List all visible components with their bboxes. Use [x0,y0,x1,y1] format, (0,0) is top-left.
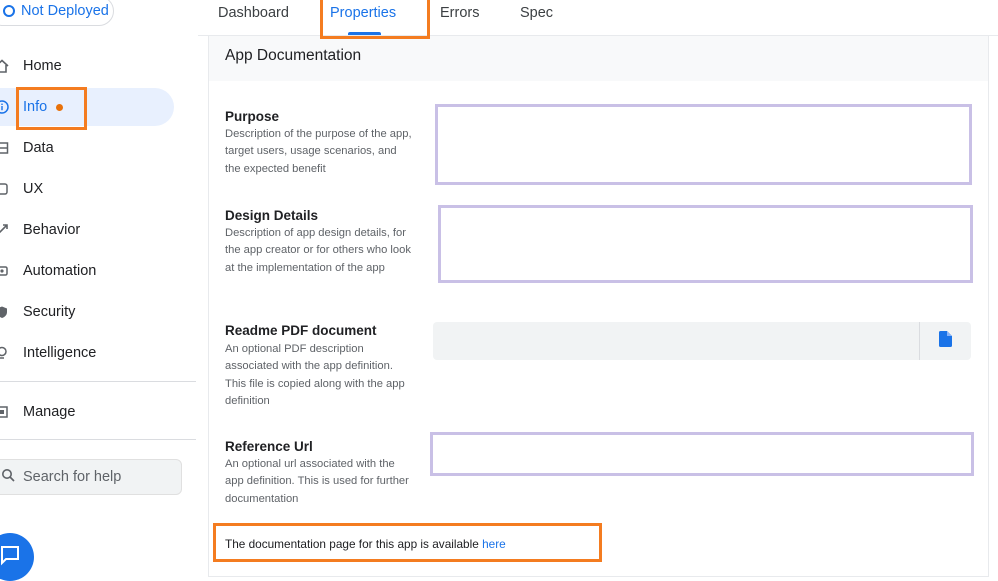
tab-dashboard[interactable]: Dashboard [218,5,289,21]
tab-properties[interactable]: Properties [330,5,396,21]
sidebar-item-label: Info [23,99,48,115]
table-icon [0,140,10,156]
readme-pdf-label: Readme PDF document [225,323,377,338]
sidebar-item-security[interactable]: Security [0,293,174,331]
deploy-status-label: Not Deployed [21,3,109,19]
reference-url-label: Reference Url [225,439,313,454]
tab-errors[interactable]: Errors [440,5,479,21]
sidebar-item-label: Intelligence [23,345,97,361]
design-details-label: Design Details [225,208,319,223]
sidebar: Not Deployed Home Info Data UX Behavior [0,0,198,581]
divider [0,381,196,382]
manage-icon [0,404,10,420]
sidebar-item-intelligence[interactable]: Intelligence [0,334,174,372]
sidebar-item-behavior[interactable]: Behavior [0,211,174,249]
sidebar-item-label: Data [23,140,54,156]
home-icon [0,58,10,74]
reference-url-input[interactable] [430,432,974,476]
tab-bar: Dashboard Properties Errors Spec [198,0,998,36]
tab-indicator [348,32,381,35]
sidebar-item-label: Security [23,304,76,320]
deploy-status-button[interactable]: Not Deployed [0,0,114,26]
readme-pdf-description: An optional PDF description associated w… [225,343,405,408]
file-icon [939,330,952,352]
app-documentation-panel: App Documentation Purpose Description of… [209,36,988,576]
sidebar-item-label: Manage [23,404,76,420]
sidebar-item-home[interactable]: Home [0,47,174,85]
upload-file-button[interactable] [920,322,971,360]
lightbulb-icon [0,345,10,361]
sidebar-item-automation[interactable]: Automation [0,252,174,290]
info-icon [0,99,10,115]
search-status-icon [3,5,15,17]
sidebar-item-label: Home [23,58,62,74]
sidebar-item-info[interactable]: Info [0,88,174,126]
search-icon [1,468,15,486]
sidebar-item-label: UX [23,181,44,197]
design-details-textarea[interactable] [438,205,973,283]
sidebar-item-data[interactable]: Data [0,129,174,167]
sidebar-item-label: Behavior [23,222,81,238]
sidebar-item-manage[interactable]: Manage [0,393,174,431]
automation-icon [0,263,10,279]
page-title: App Documentation [225,47,362,64]
help-search-input[interactable]: Search for help [0,459,182,495]
chat-icon [0,544,21,571]
behavior-icon [0,222,10,238]
readme-pdf-field[interactable] [433,322,971,360]
documentation-link[interactable]: here [482,537,506,551]
sidebar-item-label: Automation [23,263,97,279]
panel-header: App Documentation [209,36,988,81]
purpose-textarea[interactable] [435,104,972,185]
documentation-note-text: The documentation page for this app is a… [225,537,483,551]
divider [0,439,196,440]
shield-icon [0,304,10,320]
chat-button[interactable] [0,533,34,581]
sidebar-item-ux[interactable]: UX [0,170,174,208]
purpose-label: Purpose [225,109,280,124]
ux-icon [0,181,10,197]
documentation-note: The documentation page for this app is a… [225,537,506,551]
design-details-description: Description of app design details, for t… [225,227,411,274]
status-dot [56,103,64,111]
help-search-placeholder: Search for help [23,469,122,485]
tab-spec[interactable]: Spec [520,5,553,21]
reference-url-description: An optional url associated with the app … [225,458,409,505]
purpose-description: Description of the purpose of the app, t… [225,128,412,175]
